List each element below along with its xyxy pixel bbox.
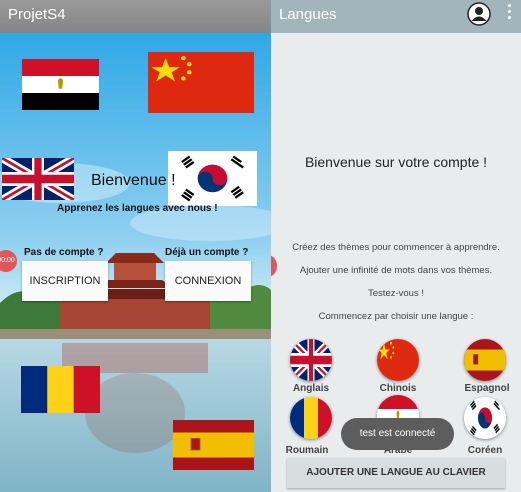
language-label[interactable]: Roumain [277, 445, 337, 456]
info-line: Ajouter une infinité de mots dans vos th… [299, 265, 493, 276]
tagline: Apprenez les langues avec nous ! [57, 203, 218, 214]
add-language-button[interactable]: AJOUTER UNE LANGUE AU CLAVIER [287, 458, 505, 488]
spain-flag-icon[interactable] [173, 420, 254, 470]
language-label[interactable]: Chinois [368, 383, 428, 394]
language-label[interactable]: Anglais [281, 383, 341, 394]
romania-flag-icon[interactable] [21, 366, 100, 413]
app-title: ProjetS4 [8, 6, 66, 23]
uk-flag-icon[interactable] [2, 158, 74, 200]
no-account-label: Pas de compte ? [24, 247, 104, 258]
language-label[interactable]: Espagnol [457, 383, 517, 394]
signup-button[interactable]: INSCRIPTION [22, 261, 108, 301]
info-line: Commencez par choisir une langue : [318, 311, 474, 322]
uk-flag-icon[interactable] [290, 339, 332, 381]
has-account-label: Déjà un compte ? [165, 247, 249, 258]
welcome-title: Bienvenue ! [91, 172, 176, 189]
korea-flag-icon[interactable] [464, 397, 506, 439]
toast-message: test est connecté [341, 418, 454, 450]
korea-flag-icon[interactable] [168, 151, 257, 206]
welcome-title: Bienvenue sur votre compte ! [304, 154, 488, 170]
language-label[interactable]: Coréen [455, 445, 515, 456]
romania-flag-icon[interactable] [290, 397, 332, 439]
info-line: Créez des thèmes pour commencer à appren… [292, 242, 500, 253]
page-title: Langues [279, 6, 337, 23]
china-flag-icon[interactable] [377, 339, 419, 381]
overflow-menu-icon[interactable] [507, 4, 513, 22]
info-line: Testez-vous ! [368, 288, 424, 299]
spain-flag-icon[interactable] [464, 339, 506, 381]
languages-screen: Langues Bienvenue sur votre compte ! Cré… [271, 0, 521, 492]
app-bar: Langues [271, 0, 521, 33]
account-icon[interactable] [467, 2, 491, 26]
login-button[interactable]: CONNEXION [165, 261, 251, 301]
egypt-flag-icon[interactable] [22, 59, 99, 110]
china-flag-icon[interactable] [148, 52, 254, 113]
app-bar: ProjetS4 [0, 0, 271, 33]
welcome-screen: ProjetS4 Bienvenue ! Apprenez les langue… [0, 0, 271, 492]
